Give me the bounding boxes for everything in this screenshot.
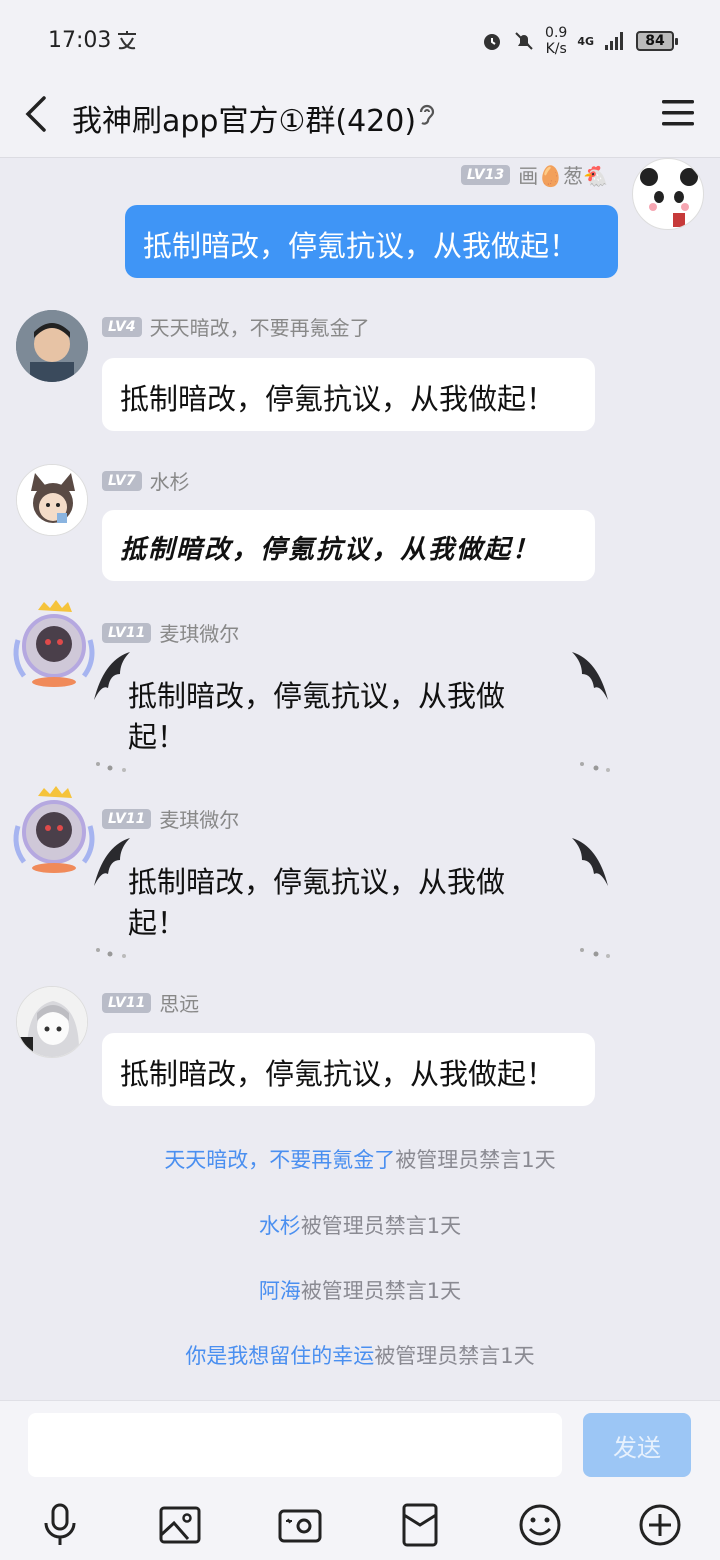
message-bubble[interactable]: 抵制暗改，停氪抗议，从我做起！ [102, 862, 542, 944]
notice-user-link[interactable]: 天天暗改，不要再氪金了 [164, 1148, 395, 1172]
message-meta: LV7 水杉 [102, 466, 190, 495]
avatar[interactable] [16, 310, 88, 382]
sender-name[interactable]: 天天暗改，不要再氪金了 [150, 312, 370, 341]
message-bubble[interactable]: 抵制暗改，停氪抗议，从我做起！ [102, 676, 542, 758]
message: LV4 天天暗改，不要再氪金了 抵制暗改，停氪抗议，从我做起！ [0, 310, 720, 440]
menu-icon[interactable] [662, 98, 694, 128]
message-meta: LV13 画🥚葱🐔 [460, 160, 608, 189]
ear-icon [419, 104, 435, 125]
status-bar: 17:03 0.9 K/s 4G 84 [0, 0, 720, 80]
anime-girl-avatar-icon [17, 987, 87, 1057]
battery-indicator: 84 [636, 31, 678, 51]
input-area: 发送 [0, 1400, 720, 1560]
signal-icon [605, 32, 623, 50]
sender-name[interactable]: 画🥚葱🐔 [518, 160, 608, 189]
notice-action: 被管理员禁言1天 [395, 1148, 556, 1172]
system-notice: 你是我想留住的幸运被管理员禁言1天 [0, 1340, 720, 1370]
message: LV11 思远 抵制暗改，停氪抗议，从我做起！ [0, 986, 720, 1116]
level-badge: LV13 [460, 164, 511, 185]
level-badge: LV11 [102, 992, 152, 1013]
system-notice: 天天暗改，不要再氪金了被管理员禁言1天 [0, 1144, 720, 1174]
emoji-icon[interactable] [516, 1501, 564, 1549]
message-bubble[interactable]: 抵制暗改，停氪抗议，从我做起！ [125, 205, 618, 278]
microphone-icon[interactable] [36, 1501, 84, 1549]
notice-action: 被管理员禁言1天 [300, 1279, 462, 1303]
level-badge: LV7 [102, 470, 142, 491]
bat-wing-right-icon [572, 838, 608, 886]
avatar[interactable] [16, 464, 88, 536]
notice-user-link[interactable]: 阿海 [259, 1279, 301, 1303]
chat-header: 我神刷app官方①群(420) [0, 80, 720, 158]
picture-icon[interactable] [156, 1501, 204, 1549]
cat-hood-avatar-icon [17, 465, 87, 535]
sender-name[interactable]: 麦琪微尔 [159, 804, 239, 833]
notice-action: 被管理员禁言1天 [300, 1214, 462, 1238]
message-input[interactable] [28, 1413, 562, 1477]
network-speed-value: 0.9 [545, 25, 568, 41]
panda-avatar-icon [640, 168, 698, 227]
level-badge: LV11 [102, 808, 152, 829]
level-badge: LV11 [102, 622, 152, 643]
network-type: 4G [577, 34, 594, 48]
network-speed-unit: K/s [545, 41, 567, 57]
sparkle-dots-icon [580, 762, 610, 772]
sender-name[interactable]: 水杉 [150, 466, 190, 495]
status-icons: 0.9 K/s 4G 84 [481, 24, 678, 58]
alarm-icon [484, 34, 501, 50]
avatar[interactable] [8, 786, 96, 878]
message: LV11 麦琪微尔 抵制暗改，停氪抗议，从我做起！ [0, 600, 720, 780]
message: LV7 水杉 抵制暗改，停氪抗议，从我做起！ [0, 464, 720, 594]
notice-user-link[interactable]: 水杉 [259, 1214, 301, 1238]
crowned-avatar-icon [13, 600, 95, 687]
sparkle-dots-icon [580, 948, 610, 958]
system-notice: 水杉被管理员禁言1天 [0, 1210, 720, 1240]
bat-wing-right-icon [572, 652, 608, 700]
notice-user-link[interactable]: 你是我想留住的幸运 [185, 1344, 374, 1368]
crowned-avatar-icon [13, 786, 95, 873]
boy-avatar-icon [16, 310, 88, 382]
notice-action: 被管理员禁言1天 [374, 1344, 535, 1368]
avatar[interactable] [16, 986, 88, 1058]
level-badge: LV4 [102, 316, 142, 337]
avatar[interactable] [632, 158, 704, 230]
mute-bell-icon [515, 32, 533, 50]
sender-name[interactable]: 思远 [159, 988, 199, 1017]
message-meta: LV11 麦琪微尔 [102, 618, 239, 647]
sender-name[interactable]: 麦琪微尔 [159, 618, 239, 647]
status-time: 17:03 [48, 28, 112, 53]
message-bubble[interactable]: 抵制暗改，停氪抗议，从我做起！ [102, 1033, 595, 1106]
message-meta: LV11 麦琪微尔 [102, 804, 239, 833]
avatar[interactable] [8, 600, 96, 692]
sparkle-dots-icon [96, 762, 126, 772]
status-app-icon [118, 31, 136, 50]
sparkle-dots-icon [96, 948, 126, 958]
red-packet-icon[interactable] [396, 1501, 444, 1549]
message-meta: LV11 思远 [102, 988, 199, 1017]
network-speed: 0.9 K/s [545, 25, 567, 57]
group-title[interactable]: 我神刷app官方①群(420) [72, 96, 416, 140]
message: LV11 麦琪微尔 抵制暗改，停氪抗议，从我做起！ [0, 786, 720, 966]
plus-icon[interactable] [636, 1501, 684, 1549]
message-self: LV13 画🥚葱🐔 抵制暗改，停氪抗议，从我做起！ [0, 158, 720, 288]
message-bubble[interactable]: 抵制暗改，停氪抗议，从我做起！ [102, 358, 595, 431]
message-meta: LV4 天天暗改，不要再氪金了 [102, 312, 370, 341]
back-arrow-icon[interactable] [18, 94, 58, 134]
system-notice: 阿海被管理员禁言1天 [0, 1275, 720, 1305]
camera-icon[interactable] [276, 1501, 324, 1549]
message-bubble[interactable]: 抵制暗改，停氪抗议，从我做起！ [102, 510, 595, 581]
send-button[interactable]: 发送 [583, 1413, 691, 1477]
